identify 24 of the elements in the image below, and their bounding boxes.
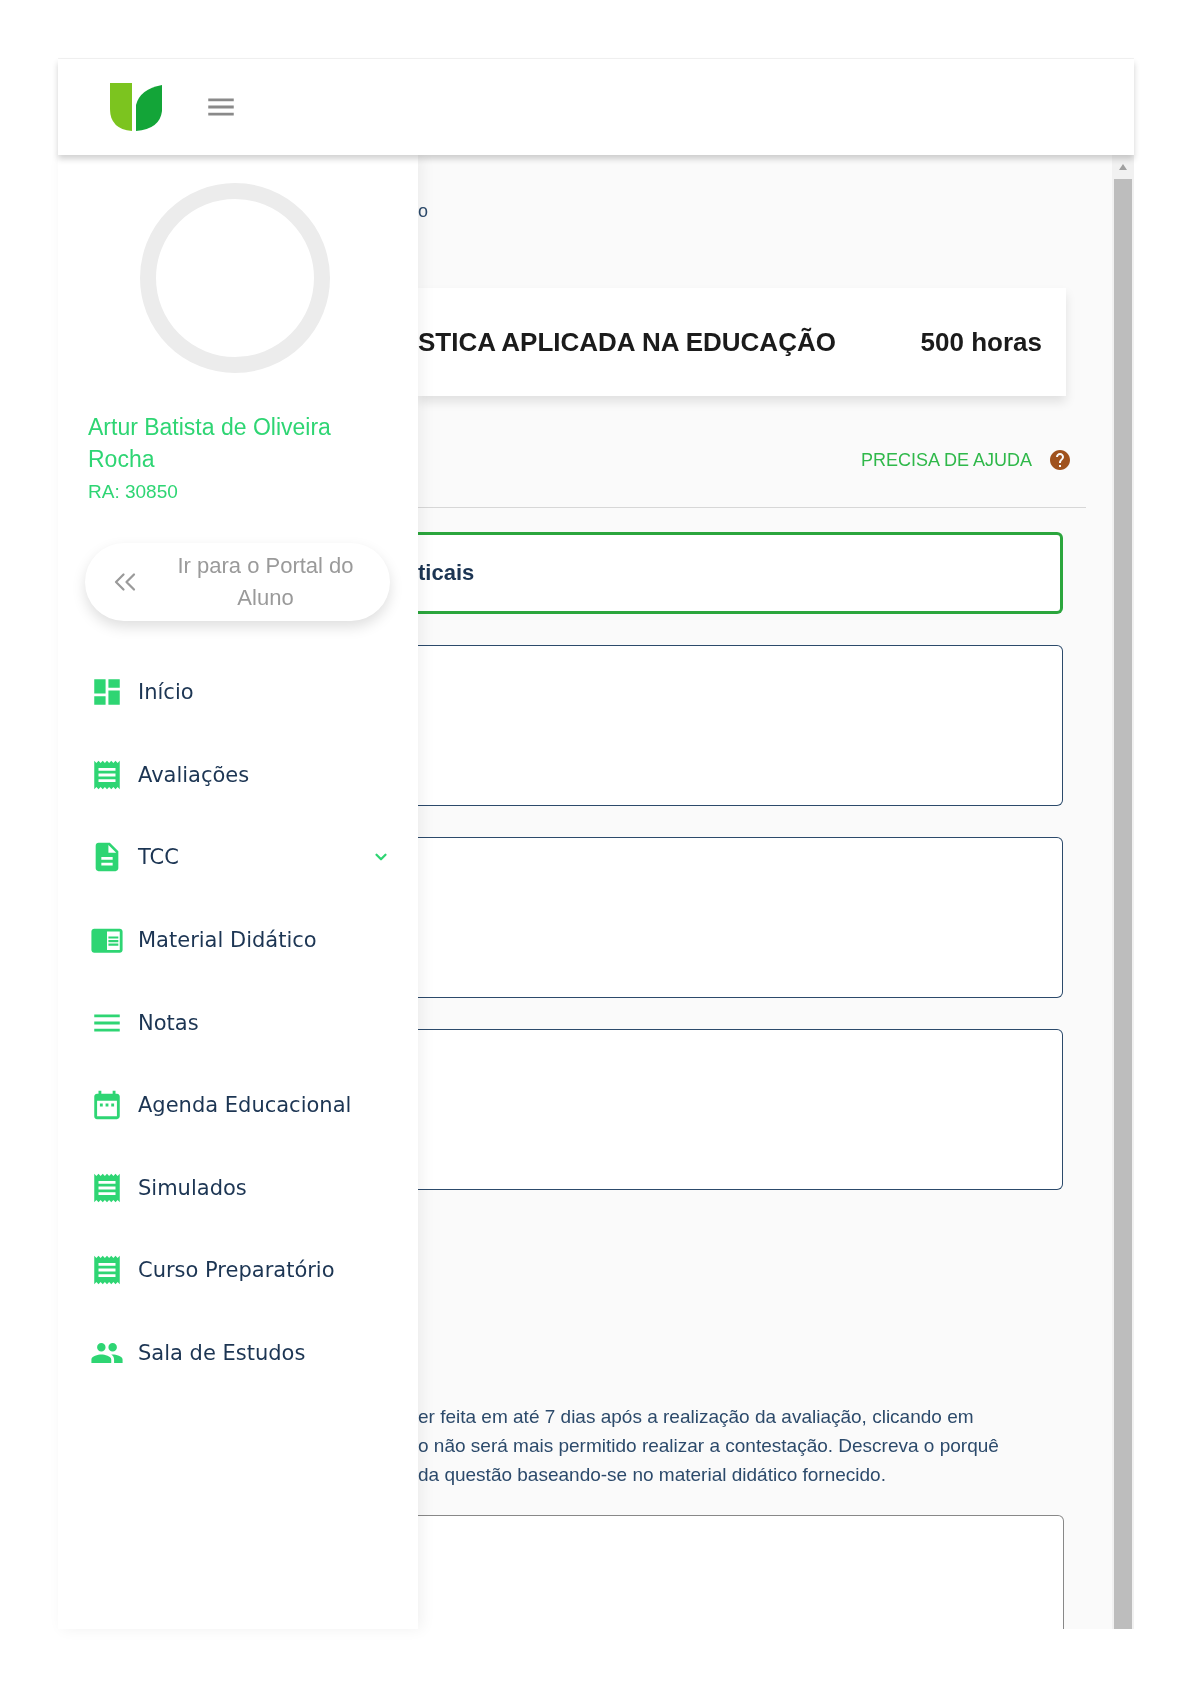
menu-item[interactable]: TCC [88,816,390,899]
menu-item[interactable]: Sala de Estudos [88,1311,390,1395]
scroll-up-icon[interactable] [1118,163,1128,171]
student-name: Artur Batista de Oliveira Rocha [88,413,332,474]
logo-icon [110,83,162,131]
option[interactable] [418,1029,1063,1190]
menu-item[interactable]: Agenda Educacional [88,1063,390,1147]
menu-item[interactable]: Início [88,651,390,734]
student-ra: RA: 30850 [88,481,179,503]
option[interactable] [418,837,1063,998]
help-icon[interactable] [1048,448,1072,472]
menu-item[interactable]: Curso Preparatório [88,1229,390,1312]
option[interactable] [418,645,1063,806]
instructions-text: er feita em até 7 dias após a realização da avaliação, clicando em o não será mais permitido realizar a contestação. Descreva o porquê da questão baseando-se no material didático fornecido. [418,1405,1000,1487]
course-title: STICA APLICADA NA EDUCAÇÃO [418,326,836,358]
scrollbar[interactable] [1112,155,1134,1629]
menu-item[interactable]: Material Didático [88,898,390,982]
selected-option[interactable]: ticais [418,532,1063,614]
text-area[interactable] [418,1515,1064,1629]
breadcrumb: o [418,201,429,222]
menu-item[interactable]: Notas [88,981,390,1064]
course-hours: 500 horas [920,326,1042,358]
menu-item[interactable]: Avaliações [88,733,390,817]
menu-item[interactable]: Simulados [88,1146,390,1230]
